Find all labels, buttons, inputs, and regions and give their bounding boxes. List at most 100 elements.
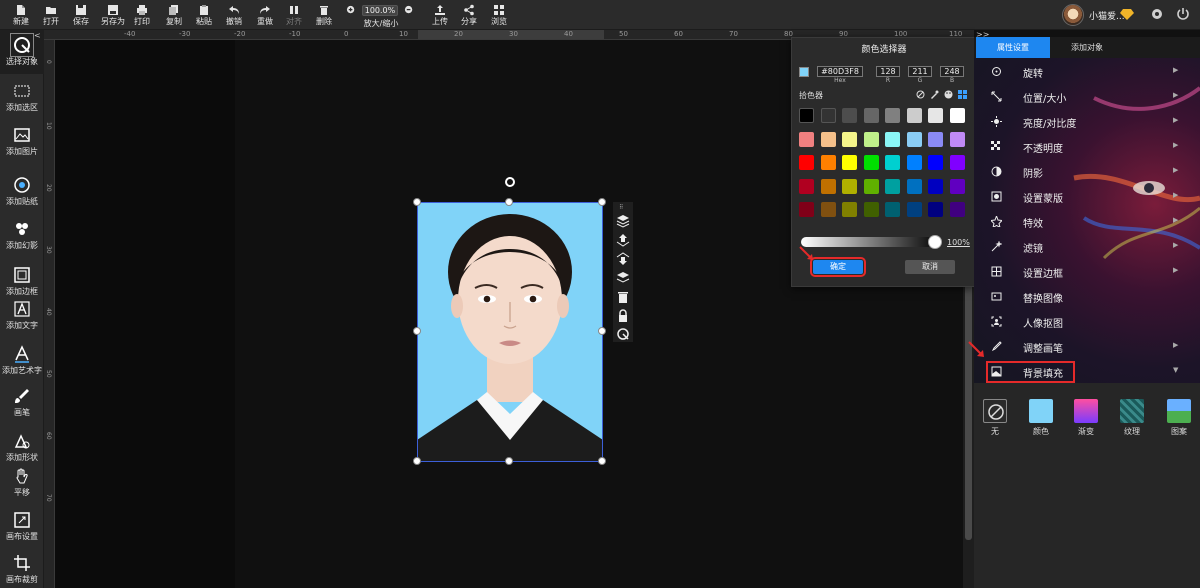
power-icon[interactable] [1176, 7, 1190, 21]
b-input[interactable]: 248 [940, 66, 964, 77]
color-swatch[interactable] [799, 178, 814, 194]
color-swatch[interactable] [820, 178, 836, 194]
color-swatch[interactable] [842, 108, 857, 123]
eyedropper-icon[interactable] [930, 90, 939, 99]
tool-hand[interactable]: 平移 [0, 461, 44, 505]
color-swatch[interactable] [863, 178, 879, 194]
color-swatch[interactable] [842, 178, 857, 194]
resize-handle-top-left[interactable] [413, 198, 421, 206]
tool-crop[interactable]: 画布裁剪 [0, 548, 44, 588]
open-button[interactable]: 打开 [36, 3, 66, 29]
undo-button[interactable]: 撤销 [219, 3, 249, 29]
select-cursor-icon[interactable] [616, 327, 630, 341]
color-swatch[interactable] [906, 131, 922, 147]
tool-selection[interactable]: 添加选区 [0, 76, 44, 120]
tool-art-text[interactable]: 添加艺术字 [0, 339, 44, 383]
color-swatch[interactable] [928, 202, 943, 217]
share-button[interactable]: 分享 [454, 3, 484, 29]
fill-option-color-fill[interactable]: 颜色 [1029, 399, 1053, 437]
color-swatch[interactable] [863, 155, 879, 170]
menu-item-border[interactable]: 设置边框 ▶ [974, 259, 1200, 284]
color-swatch[interactable] [799, 108, 814, 123]
bring-to-front-icon[interactable] [616, 271, 630, 285]
delete-button[interactable]: 删除 [309, 3, 339, 29]
resize-handle-top[interactable] [505, 198, 513, 206]
color-swatch[interactable] [863, 202, 879, 217]
redo-disabled-button[interactable]: 对齐 [279, 3, 309, 29]
redo-button[interactable]: 重做 [250, 3, 280, 29]
tool-phantom[interactable]: 添加幻影 [0, 214, 44, 258]
menu-item-filter[interactable]: 滤镜 ▶ [974, 234, 1200, 259]
menu-item-portrait-cutout[interactable]: 人像抠图 [974, 309, 1200, 334]
print-button[interactable]: 打印 [127, 3, 157, 29]
color-swatch[interactable] [949, 108, 965, 123]
rotate-handle[interactable] [505, 177, 515, 187]
tool-canvas-settings[interactable]: 画布设置 [0, 505, 44, 549]
color-swatch[interactable] [928, 155, 943, 170]
hex-input[interactable]: #80D3F8 [817, 66, 863, 77]
save-as-button[interactable]: 另存为 [96, 3, 130, 29]
color-swatch[interactable] [949, 202, 965, 217]
color-swatch[interactable] [928, 108, 943, 123]
resize-handle-bottom-left[interactable] [413, 457, 421, 465]
resize-handle-top-right[interactable] [598, 198, 606, 206]
tool-sticker[interactable]: 添加贴纸 [0, 170, 44, 214]
resize-handle-left[interactable] [413, 327, 421, 335]
tool-brush[interactable]: 画笔 [0, 381, 44, 425]
fill-option-none[interactable]: 无 [983, 399, 1007, 437]
color-swatch[interactable] [842, 131, 857, 147]
opacity-slider-track[interactable] [801, 237, 941, 247]
copy-button[interactable]: 复制 [159, 3, 189, 29]
resize-handle-bottom[interactable] [505, 457, 513, 465]
color-swatch[interactable] [949, 178, 965, 194]
color-swatch[interactable] [863, 131, 879, 147]
color-swatch[interactable] [820, 131, 836, 147]
swatch-grid-icon[interactable] [958, 90, 967, 99]
confirm-button[interactable]: 确定 [810, 257, 866, 277]
color-swatch[interactable] [906, 178, 922, 194]
avatar[interactable] [1062, 4, 1084, 26]
zoom-in-icon[interactable] [346, 5, 357, 16]
palette-icon[interactable] [944, 90, 953, 99]
tab-properties[interactable]: 属性设置 [976, 37, 1050, 58]
color-swatch[interactable] [799, 155, 814, 170]
lock-icon[interactable] [616, 309, 630, 323]
color-swatch[interactable] [799, 131, 814, 147]
zoom-out-icon[interactable] [404, 5, 415, 16]
cancel-button[interactable]: 取消 [905, 260, 955, 274]
drag-grip-icon[interactable]: ⠿ [619, 204, 623, 211]
resize-handle-right[interactable] [598, 327, 606, 335]
color-swatch[interactable] [885, 178, 900, 194]
tool-image[interactable]: 添加图片 [0, 120, 44, 164]
fill-option-gradient-fill[interactable]: 渐变 [1074, 399, 1098, 437]
color-swatch[interactable] [842, 155, 857, 170]
menu-item-adjust-brush[interactable]: 调整画笔 ▶ [974, 334, 1200, 359]
g-input[interactable]: 211 [908, 66, 932, 77]
color-swatch[interactable] [928, 178, 943, 194]
save-button[interactable]: 保存 [66, 3, 96, 29]
color-swatch[interactable] [863, 108, 879, 123]
color-swatch[interactable] [885, 155, 900, 170]
color-swatch[interactable] [820, 108, 836, 123]
menu-item-resize[interactable]: 位置/大小 ▶ [974, 84, 1200, 109]
upload-button[interactable]: 上传 [425, 3, 455, 29]
color-swatch[interactable] [885, 202, 900, 217]
tab-add-object[interactable]: 添加对象 [1050, 37, 1124, 58]
menu-item-replace-image[interactable]: 替换图像 [974, 284, 1200, 309]
color-swatch[interactable] [799, 202, 814, 217]
fill-option-pattern-fill[interactable]: 图案 [1167, 399, 1191, 437]
color-swatch[interactable] [906, 202, 922, 217]
no-color-icon[interactable] [916, 90, 925, 99]
menu-item-opacity[interactable]: 不透明度 ▶ [974, 134, 1200, 159]
menu-item-mask[interactable]: 设置蒙版 ▶ [974, 184, 1200, 209]
color-swatch[interactable] [820, 202, 836, 217]
color-swatch[interactable] [885, 131, 900, 147]
menu-item-effects[interactable]: 特效 ▶ [974, 209, 1200, 234]
menu-item-rotate[interactable]: 旋转 ▶ [974, 59, 1200, 84]
r-input[interactable]: 128 [876, 66, 900, 77]
trash-icon[interactable] [616, 290, 630, 304]
opacity-slider-knob[interactable] [928, 235, 942, 249]
color-swatch[interactable] [949, 155, 965, 170]
zoom-value-field[interactable]: 100.0% [362, 5, 398, 16]
tool-text[interactable]: 添加文字 [0, 294, 44, 338]
